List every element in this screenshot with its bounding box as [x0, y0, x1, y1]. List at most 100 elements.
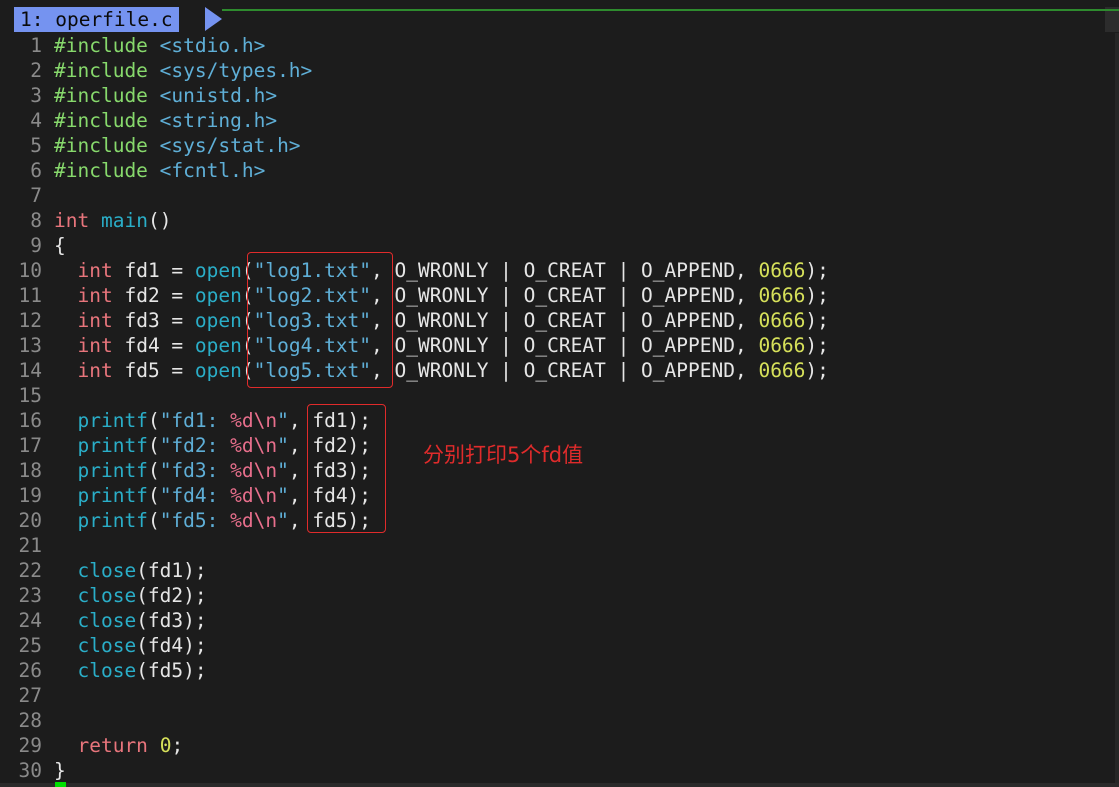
code-token: <stdio.h>: [159, 34, 266, 57]
code-line[interactable]: 12 int fd3 = open("log3.txt", O_WRONLY |…: [18, 308, 829, 333]
line-number: 15: [18, 384, 42, 407]
annotation-note: 分别打印5个fd值: [423, 443, 584, 467]
code-token: int: [77, 334, 113, 357]
line-number: 1: [30, 34, 42, 57]
code-line[interactable]: 8 int main(): [18, 208, 829, 233]
code-token: 0666: [758, 359, 806, 382]
code-token: 0666: [758, 259, 806, 282]
code-line[interactable]: 15: [18, 383, 829, 408]
code-token: <sys/stat.h>: [159, 134, 301, 157]
code-line[interactable]: 3 #include <unistd.h>: [18, 83, 829, 108]
code-line[interactable]: 28: [18, 708, 829, 733]
code-token: #include: [54, 34, 160, 57]
code-area[interactable]: 1 #include <stdio.h> 2 #include <sys/types.…: [18, 33, 829, 783]
line-number: 21: [18, 534, 42, 557]
code-token: , O_WRONLY | O_CREAT | O_APPEND,: [371, 359, 759, 382]
code-token: printf: [77, 409, 148, 432]
code-line[interactable]: 4 #include <string.h>: [18, 108, 829, 133]
code-token: int: [54, 209, 90, 232]
code-token: 0666: [758, 284, 806, 307]
code-line[interactable]: 13 int fd4 = open("log4.txt", O_WRONLY |…: [18, 333, 829, 358]
code-line[interactable]: 21: [18, 533, 829, 558]
line-number: 16: [18, 409, 42, 432]
code-line[interactable]: 27: [18, 683, 829, 708]
line-number: 3: [30, 84, 42, 107]
code-token: <unistd.h>: [159, 84, 278, 107]
code-token: %d\n: [230, 484, 278, 507]
vertical-scrollbar[interactable]: [1115, 33, 1119, 783]
line-number: 2: [30, 59, 42, 82]
code-line[interactable]: 29 return 0;: [18, 733, 829, 758]
code-line[interactable]: 23 close(fd2);: [18, 583, 829, 608]
line-number: 29: [18, 734, 42, 757]
code-token: fd2 =: [112, 284, 195, 307]
code-line[interactable]: 22 close(fd1);: [18, 558, 829, 583]
code-token: , O_WRONLY | O_CREAT | O_APPEND,: [371, 334, 759, 357]
code-token: main: [100, 209, 148, 232]
code-token: {: [54, 234, 66, 257]
code-line[interactable]: 1 #include <stdio.h>: [18, 33, 829, 58]
code-line[interactable]: 30}: [18, 758, 829, 783]
code-token: , O_WRONLY | O_CREAT | O_APPEND,: [371, 309, 759, 332]
code-line[interactable]: 26 close(fd5);: [18, 658, 829, 683]
code-token: open: [194, 334, 242, 357]
code-token: (: [147, 484, 160, 507]
code-line[interactable]: 2 #include <sys/types.h>: [18, 58, 829, 83]
line-number: 28: [18, 709, 42, 732]
code-token: ": [277, 509, 289, 532]
code-token: "fd3:: [159, 459, 231, 482]
code-token: #include: [54, 109, 160, 132]
vim-tabline: 1: operfile.c: [0, 5, 1119, 32]
code-token: , O_WRONLY | O_CREAT | O_APPEND,: [371, 284, 759, 307]
line-number: 12: [18, 309, 42, 332]
code-token: %d\n: [230, 459, 278, 482]
code-token: open: [194, 359, 242, 382]
code-line[interactable]: 11 int fd2 = open("log2.txt", O_WRONLY |…: [18, 283, 829, 308]
code-token: open: [194, 259, 242, 282]
code-line[interactable]: 7: [18, 183, 829, 208]
code-line[interactable]: 5 #include <sys/stat.h>: [18, 133, 829, 158]
code-token: %d\n: [230, 409, 278, 432]
line-number: 9: [30, 234, 42, 257]
code-token: close: [77, 584, 137, 607]
code-token: close: [77, 634, 137, 657]
code-line[interactable]: 24 close(fd3);: [18, 608, 829, 633]
code-token: close: [77, 559, 137, 582]
code-token: return: [77, 734, 148, 757]
line-number: 14: [18, 359, 42, 382]
tabline-close-icon[interactable]: [1105, 7, 1119, 32]
code-token: printf: [77, 434, 148, 457]
code-line[interactable]: 14 int fd5 = open("log5.txt", O_WRONLY |…: [18, 358, 829, 383]
code-line[interactable]: 20 printf("fd5: %d\n", fd5);: [18, 508, 829, 533]
code-token: ": [277, 434, 289, 457]
code-line[interactable]: 6 #include <fcntl.h>: [18, 158, 829, 183]
code-token: int: [77, 259, 113, 282]
line-number: 7: [30, 184, 42, 207]
code-line[interactable]: 25 close(fd4);: [18, 633, 829, 658]
code-token: fd1 =: [112, 259, 195, 282]
code-token: ": [277, 459, 289, 482]
code-line[interactable]: 9{: [18, 233, 829, 258]
line-number: 6: [30, 159, 42, 182]
code-line[interactable]: 19 printf("fd4: %d\n", fd4);: [18, 483, 829, 508]
code-line[interactable]: 10 int fd1 = open("log1.txt", O_WRONLY |…: [18, 258, 829, 283]
code-token: #include: [54, 134, 160, 157]
code-token: (fd1);: [136, 559, 207, 582]
code-token: printf: [77, 484, 148, 507]
code-token: printf: [77, 509, 148, 532]
code-token: , O_WRONLY | O_CREAT | O_APPEND,: [371, 259, 759, 282]
code-token: "fd5:: [159, 509, 231, 532]
line-number: 11: [18, 284, 42, 307]
highlight-box-open-filenames: [247, 252, 393, 388]
code-token: %d\n: [230, 434, 278, 457]
code-line[interactable]: 16 printf("fd1: %d\n", fd1);: [18, 408, 829, 433]
tab-operfile[interactable]: 1: operfile.c: [14, 7, 179, 32]
